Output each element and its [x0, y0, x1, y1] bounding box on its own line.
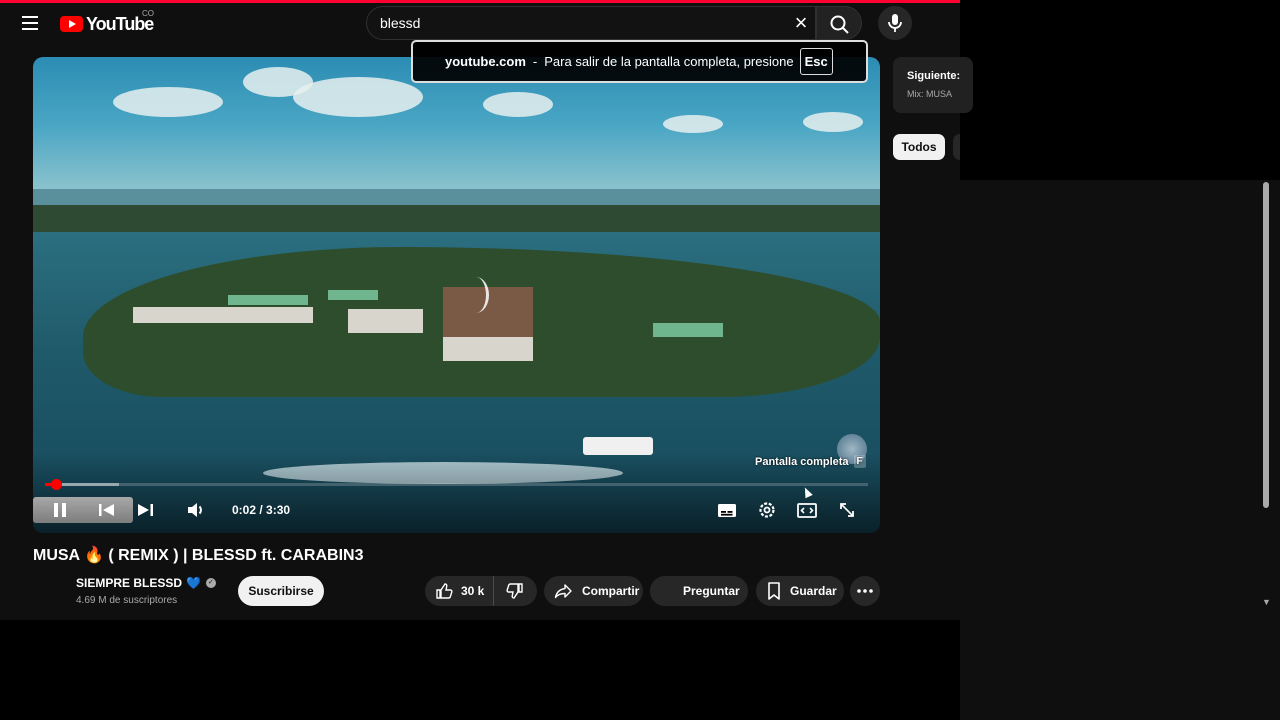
fullscreen-exit-button[interactable]	[835, 498, 859, 522]
share-icon	[554, 584, 572, 599]
cloud	[113, 87, 223, 117]
channel-name-row[interactable]: SIEMPRE BLESSD 💙 ✓	[76, 576, 216, 590]
settings-button[interactable]	[755, 498, 779, 522]
share-button[interactable]: Compartir	[544, 576, 643, 606]
avatar[interactable]	[33, 575, 69, 611]
cloud	[663, 115, 723, 133]
scrollbar-thumb[interactable]	[1263, 182, 1269, 508]
clear-icon[interactable]: ×	[790, 12, 812, 34]
fullscreen-tooltip: Pantalla completa F	[755, 455, 866, 468]
up-next-sub: Mix: MUSA	[907, 89, 952, 99]
share-label: Compartir	[582, 584, 640, 598]
bookmark-icon	[768, 582, 780, 600]
save-button[interactable]: Guardar	[756, 576, 844, 606]
notice-key: Esc	[799, 48, 833, 75]
time-display: 0:02 / 3:30	[232, 503, 291, 517]
green-roof	[328, 290, 378, 300]
notice-separator: -	[532, 54, 538, 69]
up-next-label: Siguiente:	[907, 70, 961, 82]
green-roof	[228, 295, 308, 305]
cloud	[293, 77, 423, 117]
thumbs-down-icon	[506, 583, 523, 599]
thumbs-up-icon	[436, 583, 453, 599]
heart-icon: 💙	[186, 576, 201, 590]
country-code: CO	[142, 9, 154, 18]
voice-search-button[interactable]	[878, 6, 912, 40]
previous-icon	[99, 504, 114, 516]
white-house	[443, 337, 533, 361]
tooltip-key: F	[853, 455, 866, 468]
ask-button[interactable]: Preguntar	[650, 576, 748, 606]
white-house	[348, 309, 423, 333]
right-black-region	[960, 0, 1280, 180]
next-icon	[138, 504, 153, 516]
more-actions-button[interactable]	[850, 576, 880, 606]
up-next-card[interactable]	[893, 57, 973, 113]
youtube-logo[interactable]: YouTube CO	[60, 9, 154, 35]
loading-spinner	[463, 277, 489, 313]
subscriber-count: 4.69 M de suscriptores	[76, 595, 178, 606]
volume-button[interactable]	[184, 498, 208, 522]
ask-label: Preguntar	[683, 584, 740, 598]
bottom-black-region	[0, 620, 960, 720]
like-count: 30 k	[461, 584, 485, 598]
video-title: MUSA 🔥 ( REMIX ) | BLESSD ft. CARABIN3	[33, 547, 364, 564]
loading-bar	[0, 0, 960, 3]
theater-icon	[797, 503, 817, 518]
subtitles-icon	[718, 504, 736, 517]
progress-scrubber[interactable]	[51, 479, 62, 490]
settings-icon	[759, 502, 775, 518]
search-icon	[830, 15, 849, 34]
like-dislike-group: 30 k	[425, 576, 537, 606]
dislike-button[interactable]	[494, 576, 536, 606]
dock	[133, 307, 313, 323]
notice-domain: youtube.com	[445, 54, 526, 69]
youtube-logo-icon	[60, 16, 83, 32]
pause-icon	[54, 503, 66, 517]
chip-all[interactable]: Todos	[893, 134, 945, 160]
progress-bar[interactable]	[45, 483, 868, 486]
pause-button[interactable]	[51, 498, 71, 522]
cloud	[803, 112, 863, 132]
more-horizontal-icon	[857, 589, 873, 593]
right-dark-region	[960, 180, 1280, 720]
microphone-icon	[888, 14, 902, 32]
chip-next[interactable]	[953, 134, 960, 160]
previous-button[interactable]	[96, 498, 118, 522]
volume-icon	[188, 503, 202, 517]
notice-message: Para salir de la pantalla completa, pres…	[544, 54, 794, 69]
channel-name[interactable]: SIEMPRE BLESSD	[76, 576, 182, 590]
menu-icon[interactable]	[18, 12, 42, 36]
scroll-down-icon[interactable]: ▼	[1262, 597, 1271, 607]
fullscreen-exit-notice: youtube.com - Para salir de la pantalla …	[411, 40, 868, 83]
search-value[interactable]: blessd	[380, 15, 420, 31]
subscribe-button[interactable]: Suscribirse	[238, 576, 324, 606]
tooltip-label: Pantalla completa	[755, 455, 849, 468]
search-input[interactable]: blessd ×	[366, 6, 816, 40]
verified-icon: ✓	[205, 578, 216, 588]
subtitles-button[interactable]	[715, 498, 739, 522]
video-player[interactable]: Pantalla completa F 0:02 / 3:30	[33, 57, 880, 533]
next-button[interactable]	[134, 498, 156, 522]
cloud	[483, 92, 553, 117]
search-button[interactable]	[816, 6, 862, 40]
theater-button[interactable]	[795, 498, 819, 522]
save-label: Guardar	[790, 584, 837, 598]
like-button[interactable]: 30 k	[425, 576, 494, 606]
fullscreen-icon	[840, 503, 854, 517]
green-roof	[653, 323, 723, 337]
controls-gradient	[33, 453, 880, 533]
